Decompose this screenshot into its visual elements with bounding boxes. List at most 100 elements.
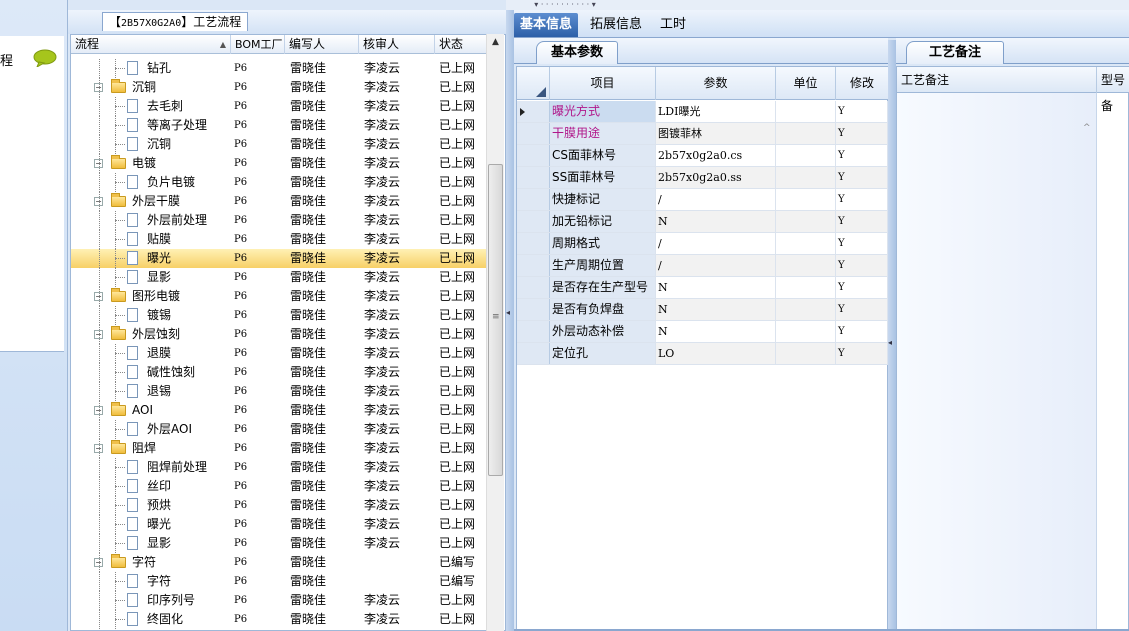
- tree-connector: [99, 496, 100, 515]
- scroll-up-arrow-icon[interactable]: ^: [1083, 123, 1091, 133]
- column-header-note[interactable]: 工艺备注: [897, 67, 1097, 93]
- param-row[interactable]: 加无铅标记 N Y: [517, 211, 888, 233]
- tree-row[interactable]: 钻孔 P6 雷晓佳 李凌云 已上网: [71, 59, 487, 78]
- param-value-cell[interactable]: 图镀菲林: [656, 123, 776, 144]
- tree-row[interactable]: 终固化 P6 雷晓佳 李凌云 已上网: [71, 610, 487, 629]
- tree-row[interactable]: 预烘 P6 雷晓佳 李凌云 已上网: [71, 496, 487, 515]
- param-value-cell[interactable]: 2b57x0g2a0.cs: [656, 145, 776, 166]
- param-value-cell[interactable]: /: [656, 255, 776, 276]
- param-value-cell[interactable]: N: [656, 277, 776, 298]
- param-row[interactable]: 定位孔 LO Y: [517, 343, 888, 365]
- param-value-cell[interactable]: /: [656, 189, 776, 210]
- tree-row[interactable]: − AOI P6 雷晓佳 李凌云 已上网: [71, 401, 487, 420]
- column-header-reviewer[interactable]: 核审人: [359, 35, 435, 54]
- row-selector[interactable]: [517, 123, 550, 144]
- tree-row[interactable]: 负片电镀 P6 雷晓佳 李凌云 已上网: [71, 173, 487, 192]
- tab-process-flow[interactable]: 【2B57X0G2A0】工艺流程: [102, 12, 249, 31]
- row-selector[interactable]: [517, 167, 550, 188]
- row-selector[interactable]: [517, 211, 550, 232]
- tree-row[interactable]: 退锡 P6 雷晓佳 李凌云 已上网: [71, 382, 487, 401]
- tree-row[interactable]: 印序列号 P6 雷晓佳 李凌云 已上网: [71, 591, 487, 610]
- param-row[interactable]: 外层动态补偿 N Y: [517, 321, 888, 343]
- tree-row[interactable]: − 字符 P6 雷晓佳 已编写: [71, 553, 487, 572]
- tree-row[interactable]: 阻焊前处理 P6 雷晓佳 李凌云 已上网: [71, 458, 487, 477]
- tree-row[interactable]: 曝光 P6 雷晓佳 李凌云 已上网: [71, 249, 487, 268]
- row-selector[interactable]: [517, 101, 550, 122]
- tree-row[interactable]: − 阻焊 P6 雷晓佳 李凌云 已上网: [71, 439, 487, 458]
- tree-row[interactable]: 丝印 P6 雷晓佳 李凌云 已上网: [71, 477, 487, 496]
- select-all-corner[interactable]: [517, 67, 550, 100]
- column-header-unit[interactable]: 单位: [776, 67, 836, 100]
- chat-bubble-icon[interactable]: [33, 49, 57, 67]
- tree-row[interactable]: 外层AOI P6 雷晓佳 李凌云 已上网: [71, 420, 487, 439]
- column-header-param[interactable]: 参数: [656, 67, 776, 100]
- left-right-splitter[interactable]: ◂: [506, 10, 514, 631]
- scrollbar-thumb[interactable]: ≡: [488, 164, 503, 476]
- row-selector[interactable]: [517, 145, 550, 166]
- tree-row[interactable]: 字符 P6 雷晓佳 已编写: [71, 572, 487, 591]
- param-unit-cell: [776, 101, 836, 122]
- tree-row[interactable]: 外层前处理 P6 雷晓佳 李凌云 已上网: [71, 211, 487, 230]
- column-header-writer[interactable]: 编写人: [285, 35, 359, 54]
- tab-process-notes[interactable]: 工艺备注: [906, 41, 1005, 64]
- tree-row[interactable]: 等离子处理 P6 雷晓佳 李凌云 已上网: [71, 116, 487, 135]
- notes-grid-body[interactable]: ^: [897, 93, 1097, 631]
- param-row[interactable]: 是否存在生产型号 N Y: [517, 277, 888, 299]
- row-selector[interactable]: [517, 255, 550, 276]
- tree-row[interactable]: 碱性蚀刻 P6 雷晓佳 李凌云 已上网: [71, 363, 487, 382]
- param-row[interactable]: 快捷标记 / Y: [517, 189, 888, 211]
- left-panel-content: [0, 36, 64, 352]
- bom-cell: P6: [234, 272, 248, 283]
- column-header-edit[interactable]: 修改: [836, 67, 888, 100]
- tree-row[interactable]: 贴膜 P6 雷晓佳 李凌云 已上网: [71, 230, 487, 249]
- tab-basic-info[interactable]: 基本信息: [514, 13, 579, 37]
- row-selector[interactable]: [517, 189, 550, 210]
- param-row[interactable]: 干膜用途 图镀菲林 Y: [517, 123, 888, 145]
- param-row[interactable]: CS面菲林号 2b57x0g2a0.cs Y: [517, 145, 888, 167]
- bom-cell: P6: [234, 557, 248, 568]
- param-row[interactable]: 是否有负焊盘 N Y: [517, 299, 888, 321]
- tree-row[interactable]: − 沉铜 P6 雷晓佳 李凌云 已上网: [71, 78, 487, 97]
- param-value-cell[interactable]: LO: [656, 343, 776, 364]
- tree-row[interactable]: 去毛刺 P6 雷晓佳 李凌云 已上网: [71, 97, 487, 116]
- row-selector[interactable]: [517, 233, 550, 254]
- tree-row[interactable]: 镀锡 P6 雷晓佳 李凌云 已上网: [71, 306, 487, 325]
- column-header-bom[interactable]: BOM工厂: [231, 35, 285, 54]
- writer-cell: 雷晓佳: [290, 99, 327, 113]
- tree-row[interactable]: 显影 P6 雷晓佳 李凌云 已上网: [71, 268, 487, 287]
- tree-row[interactable]: − 外层蚀刻 P6 雷晓佳 李凌云 已上网: [71, 325, 487, 344]
- top-splitter-grip-icon[interactable]: ▾ · · · · · · · · · · ▾: [510, 1, 620, 9]
- tree-row[interactable]: 退膜 P6 雷晓佳 李凌云 已上网: [71, 344, 487, 363]
- row-selector[interactable]: [517, 321, 550, 342]
- scroll-up-arrow-icon[interactable]: ▲: [487, 34, 504, 51]
- param-row[interactable]: SS面菲林号 2b57x0g2a0.ss Y: [517, 167, 888, 189]
- column-header-model-note[interactable]: 型号备: [1097, 67, 1129, 113]
- param-value-cell[interactable]: 2b57x0g2a0.ss: [656, 167, 776, 188]
- tab-basic-params[interactable]: 基本参数: [536, 41, 619, 64]
- tab-extended-info[interactable]: 拓展信息: [584, 13, 648, 37]
- tree-row[interactable]: − 图形电镀 P6 雷晓佳 李凌云 已上网: [71, 287, 487, 306]
- param-value-cell[interactable]: LDI曝光: [656, 101, 776, 122]
- tree-row[interactable]: − 外层干膜 P6 雷晓佳 李凌云 已上网: [71, 192, 487, 211]
- tree-row[interactable]: 显影 P6 雷晓佳 李凌云 已上网: [71, 534, 487, 553]
- params-notes-splitter[interactable]: ◂: [888, 40, 896, 631]
- tree-vertical-scrollbar[interactable]: ▲ ≡: [486, 34, 504, 631]
- row-selector[interactable]: [517, 299, 550, 320]
- param-row[interactable]: 曝光方式 LDI曝光 Y: [517, 101, 888, 123]
- column-header-status[interactable]: 状态: [435, 35, 487, 54]
- tree-row[interactable]: 沉铜 P6 雷晓佳 李凌云 已上网: [71, 135, 487, 154]
- param-value-cell[interactable]: N: [656, 321, 776, 342]
- param-value-cell[interactable]: N: [656, 211, 776, 232]
- column-header-flow[interactable]: 流程 ▲: [71, 35, 231, 54]
- tree-row[interactable]: − 电镀 P6 雷晓佳 李凌云 已上网: [71, 154, 487, 173]
- param-value-cell[interactable]: /: [656, 233, 776, 254]
- row-selector[interactable]: [517, 343, 550, 364]
- tree-row[interactable]: 曝光 P6 雷晓佳 李凌云 已上网: [71, 515, 487, 534]
- row-selector[interactable]: [517, 277, 550, 298]
- param-value-cell[interactable]: N: [656, 299, 776, 320]
- column-header-item[interactable]: 项目: [550, 67, 656, 100]
- tree-connector: [115, 182, 125, 183]
- param-row[interactable]: 周期格式 / Y: [517, 233, 888, 255]
- param-row[interactable]: 生产周期位置 / Y: [517, 255, 888, 277]
- tab-work-hours[interactable]: 工时: [654, 13, 692, 37]
